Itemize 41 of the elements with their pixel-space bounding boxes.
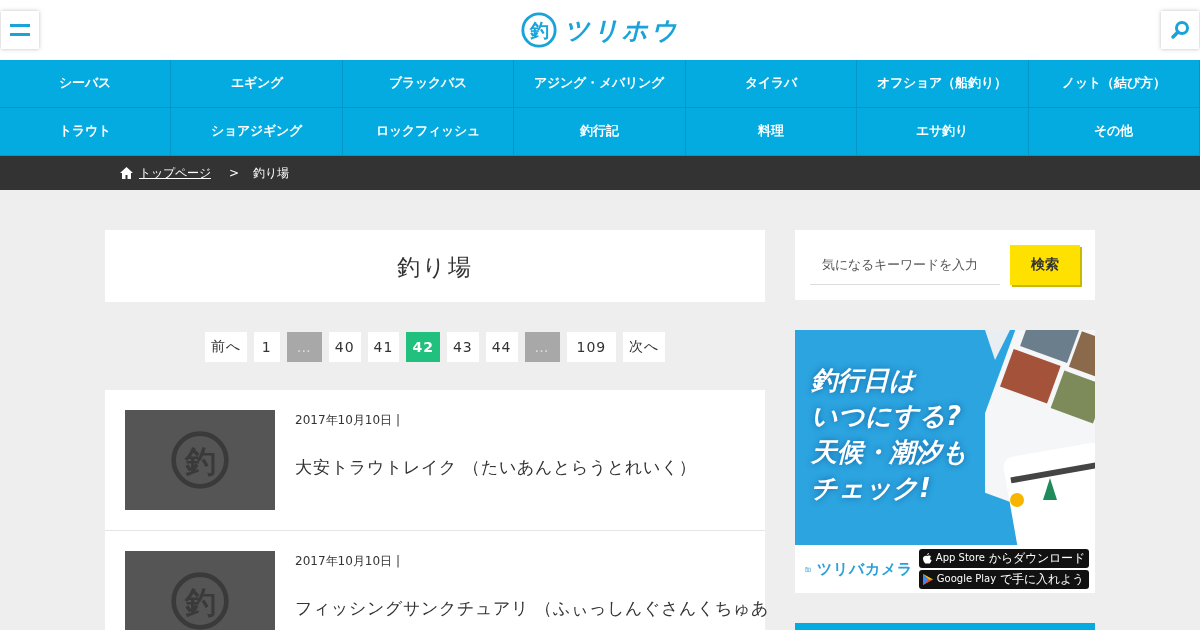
article-title[interactable]: 大安トラウトレイク （たいあんとらうとれいく） <box>295 457 698 479</box>
page-link[interactable]: 1 <box>253 332 280 362</box>
breadcrumb-link[interactable]: トップページ <box>139 164 211 182</box>
nav-link[interactable]: ブラックバス <box>342 60 515 108</box>
post-date: 2017年10月10日 | <box>295 553 401 570</box>
page-link[interactable]: 次へ <box>623 332 666 362</box>
page-link[interactable]: 41 <box>367 332 400 362</box>
article-title[interactable]: フィッシングサンクチュアリ （ふぃっしんぐさんくちゅあ <box>295 598 770 620</box>
store-badge[interactable]: App Store からダウンロード <box>918 549 1089 568</box>
nav-link[interactable]: タイラバ <box>685 60 858 108</box>
page-link[interactable]: 40 <box>328 332 361 362</box>
ad-headline: 釣行日は いつにする? 天候・潮汐も チェック! <box>811 364 968 505</box>
page-link[interactable]: 109 <box>566 332 617 362</box>
breadcrumb-separator: > <box>229 166 240 180</box>
search-submit-button[interactable]: 検索 <box>1010 245 1080 285</box>
search-icon <box>1170 20 1190 40</box>
search-button[interactable] <box>1161 11 1199 49</box>
nav-link[interactable]: シーバス <box>0 60 172 108</box>
breadcrumb-current: 釣り場 <box>253 164 290 182</box>
page-link[interactable]: 42 <box>406 332 440 362</box>
pagination-ellipsis[interactable]: … <box>286 332 322 362</box>
menu-icon <box>10 22 30 38</box>
app-ad-banner[interactable]: 釣行日は いつにする? 天候・潮汐も チェック! ツリバカメラ App Store からダウンロード Google Play で手に入れよう <box>795 330 1095 593</box>
pagination-ellipsis[interactable]: … <box>524 332 560 362</box>
play-icon <box>922 574 933 585</box>
page-link[interactable]: 44 <box>485 332 518 362</box>
app-name: ツリバカメラ <box>816 559 913 579</box>
apple-icon <box>922 553 932 564</box>
page-link[interactable]: 前へ <box>204 332 247 362</box>
nav-link[interactable]: エギング <box>171 60 343 108</box>
logo-icon: 釣 <box>520 11 558 49</box>
home-icon <box>120 167 133 179</box>
store-badge[interactable]: Google Play で手に入れよう <box>918 570 1089 589</box>
site-logo[interactable]: ツリホウ <box>564 13 680 47</box>
post-date: 2017年10月10日 | <box>295 412 401 429</box>
page-title: 釣り場 <box>397 252 473 282</box>
menu-button[interactable] <box>1 11 39 49</box>
nav-link[interactable]: アジング・メバリング <box>514 60 686 108</box>
nav-link[interactable]: ノット（結び方） <box>1028 60 1200 108</box>
page-link[interactable]: 43 <box>446 332 479 362</box>
nav-link[interactable]: オフショア（船釣り） <box>857 60 1029 108</box>
